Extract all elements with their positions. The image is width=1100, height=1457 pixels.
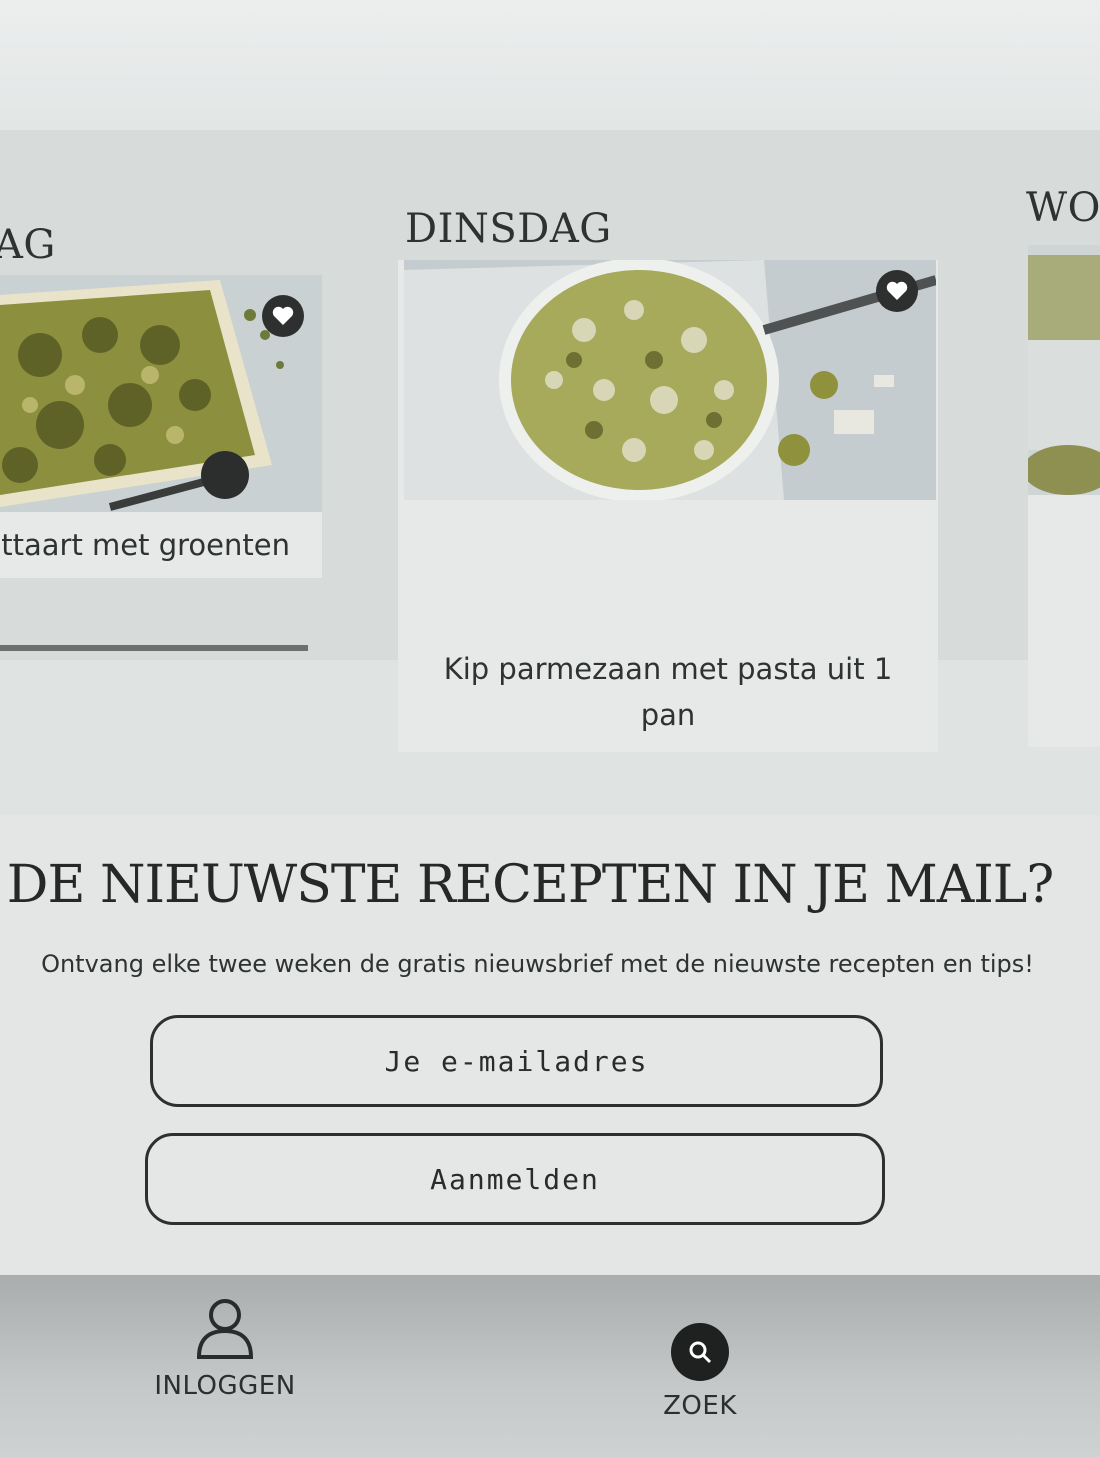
carousel-scroll-indicator[interactable] (0, 645, 308, 651)
recipe-title[interactable]: ttaart met groenten (0, 522, 290, 568)
email-field[interactable] (150, 1015, 883, 1107)
day-label-wednesday: WO (1026, 185, 1100, 231)
user-icon (196, 1299, 254, 1359)
newsletter-title: DE NIEUWSTE RECEPTEN IN JE MAIL? (6, 855, 1054, 915)
recipe-card-tuesday[interactable]: Kip parmezaan met pasta uit 1 pan (398, 260, 938, 752)
favorite-heart-button[interactable] (262, 295, 304, 337)
heart-icon (272, 306, 294, 325)
recipe-image-partial (1028, 245, 1100, 495)
day-label-tuesday: DINSDAG (405, 206, 612, 252)
recipe-card-wednesday[interactable] (1028, 245, 1100, 747)
newsletter-section: DE NIEUWSTE RECEPTEN IN JE MAIL? Ontvang… (0, 815, 1100, 1280)
nav-login-label: INLOGGEN (154, 1371, 296, 1401)
search-icon (671, 1323, 729, 1381)
recipe-image-tart (0, 275, 322, 512)
heart-icon (886, 281, 908, 300)
nav-login[interactable]: INLOGGEN (150, 1297, 300, 1401)
recipe-image-pasta (404, 260, 936, 500)
newsletter-subtitle: Ontvang elke twee weken de gratis nieuws… (41, 950, 1034, 978)
nav-search-label: ZOEK (663, 1391, 737, 1421)
subscribe-button[interactable]: Aanmelden (145, 1133, 885, 1225)
favorite-heart-button[interactable] (876, 270, 918, 312)
bottom-navigation: INLOGGEN ZOEK (0, 1275, 1100, 1457)
recipe-title[interactable]: Kip parmezaan met pasta uit 1 pan (418, 646, 918, 738)
top-strip (0, 0, 1100, 130)
email-input[interactable] (153, 1018, 880, 1104)
subscribe-button-label: Aanmelden (430, 1162, 600, 1196)
recipe-carousel[interactable]: AG ttaart met groenten DINSDAG Kip parme… (0, 130, 1100, 752)
nav-search[interactable]: ZOEK (640, 1323, 760, 1421)
day-label-monday: AG (0, 222, 56, 268)
recipe-card-monday[interactable]: ttaart met groenten (0, 275, 322, 578)
